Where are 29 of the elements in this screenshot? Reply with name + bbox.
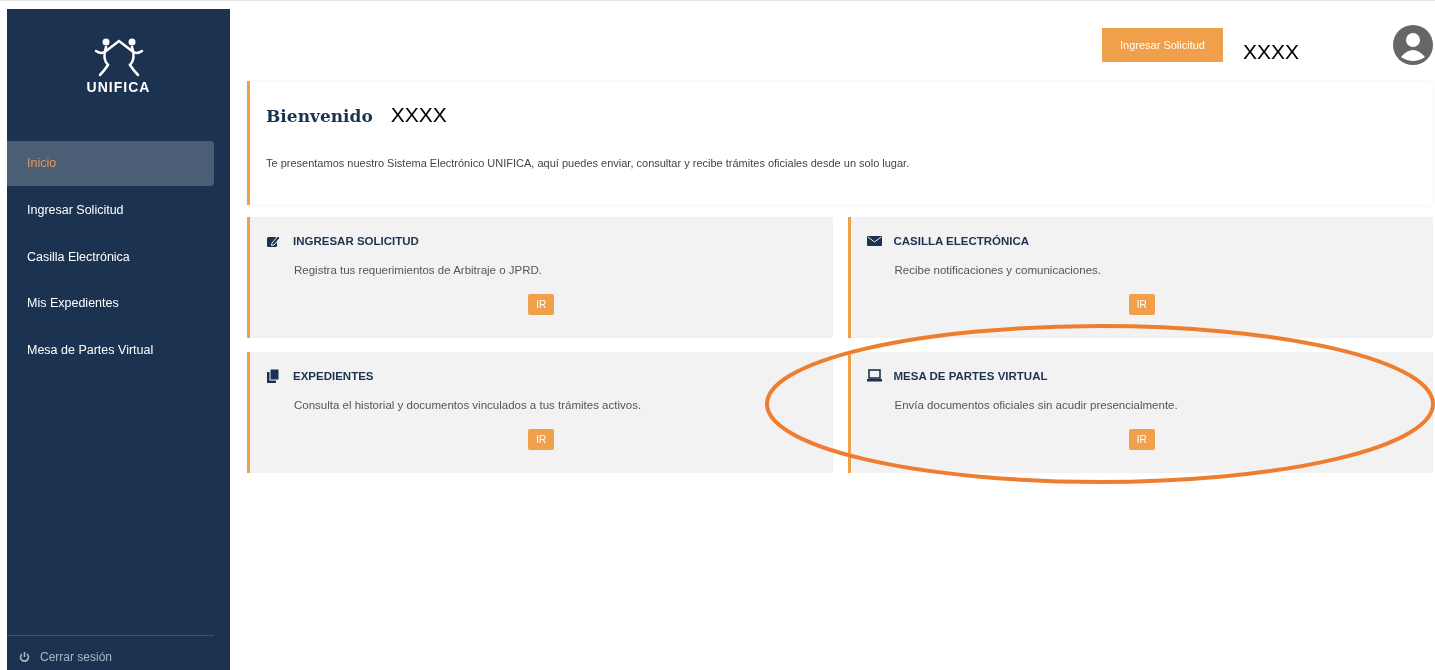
nav-item[interactable]: Ingresar Solicitud: [7, 187, 214, 233]
card-description: Envía documentos oficiales sin acudir presencialmente.: [894, 398, 1179, 414]
card-description: Consulta el historial y documentos vinculados a tus trámites activos.: [294, 398, 643, 414]
request-button[interactable]: Ingresar Solicitud: [1102, 27, 1223, 63]
laptop-icon: [866, 369, 882, 385]
card-title: MESA DE PARTES VIRTUAL: [893, 369, 1048, 384]
card-title: INGRESAR SOLICITUD: [293, 234, 419, 249]
edit-icon: [266, 234, 281, 250]
nav-item[interactable]: Mis Expedientes: [7, 281, 214, 326]
welcome-text: Te presentamos nuestro Sistema Electrónico UNIFICA, aquí puedes enviar, consultar y recibe trámites oficiales desde un solo lugar.: [266, 155, 911, 171]
logout-link[interactable]: Cerrar sesión: [7, 635, 214, 670]
card-title: EXPEDIENTES: [293, 369, 374, 384]
nav-item[interactable]: Inicio: [7, 141, 214, 186]
avatar-icon[interactable]: [1393, 25, 1433, 65]
documents-icon: [266, 369, 281, 385]
card-description: Registra tus requerimientos de Arbitraje o JPRD.: [294, 263, 543, 279]
user-name: XXXX: [390, 103, 447, 126]
go-button[interactable]: IR: [1128, 293, 1155, 315]
go-button[interactable]: IR: [528, 293, 555, 315]
welcome-title: Bienvenido: [266, 106, 373, 126]
card-description: Recibe notificaciones y comunicaciones.: [894, 263, 1102, 279]
power-icon: [19, 651, 30, 663]
brand-name: UNIFICA: [86, 78, 151, 97]
nav-item[interactable]: Mesa de Partes Virtual: [7, 328, 214, 373]
nav-item[interactable]: Casilla Electrónica: [7, 234, 214, 280]
user-name: XXXX: [1243, 39, 1301, 66]
go-button[interactable]: IR: [528, 428, 555, 450]
go-button[interactable]: IR: [1128, 428, 1155, 450]
card-title: CASILLA ELECTRÓNICA: [893, 234, 1030, 249]
